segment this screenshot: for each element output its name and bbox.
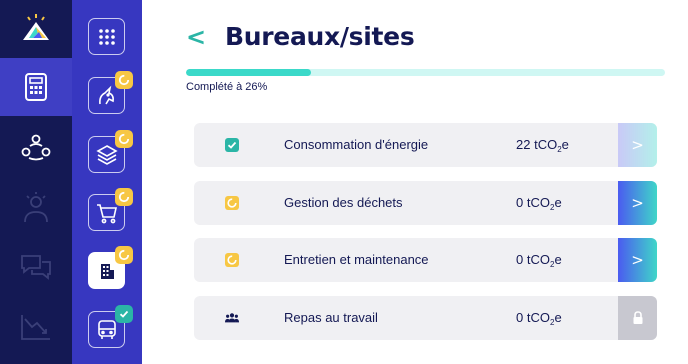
open-button[interactable]: > — [618, 238, 657, 282]
category-sidebar — [72, 0, 142, 364]
app-logo[interactable] — [0, 0, 72, 58]
pending-badge — [115, 130, 133, 148]
progress-circle-icon — [118, 191, 130, 203]
rail-chat[interactable] — [0, 238, 72, 296]
community-icon — [21, 134, 51, 161]
row-emission-value: 0 tCO2e — [516, 310, 562, 327]
open-button[interactable]: > — [618, 123, 657, 167]
back-button[interactable]: < — [186, 24, 206, 50]
chat-icon — [21, 255, 51, 280]
primary-rail — [0, 0, 72, 364]
tile-unicorn[interactable] — [88, 71, 133, 114]
row-label: Gestion des déchets — [284, 195, 403, 210]
check-icon — [119, 310, 129, 318]
lightbulb-person-icon — [24, 192, 48, 223]
progress-circle-icon — [118, 74, 130, 86]
layers-icon — [95, 144, 118, 165]
pending-badge — [115, 246, 133, 264]
logo-icon — [23, 14, 49, 40]
row-emission-value: 0 tCO2e — [516, 195, 562, 212]
rail-ideas[interactable] — [0, 178, 72, 236]
status-pending-icon — [225, 253, 239, 267]
status-pending-icon — [225, 196, 239, 210]
open-button[interactable]: > — [618, 181, 657, 225]
rail-calculator[interactable] — [0, 58, 72, 116]
row-label: Consommation d'énergie — [284, 137, 429, 152]
progress-circle-icon — [118, 249, 130, 261]
unicorn-icon — [98, 85, 114, 104]
grid-dots-icon — [98, 28, 115, 45]
trend-down-icon — [21, 315, 50, 340]
row-emission-value: 22 tCO2e — [516, 137, 569, 154]
calculator-icon — [25, 73, 47, 101]
page-title: Bureaux/sites — [225, 22, 415, 51]
rail-trends[interactable] — [0, 298, 72, 356]
progress-label: Complété à 26% — [186, 81, 268, 93]
progress-fill — [186, 69, 311, 76]
pending-badge — [115, 188, 133, 206]
lock-icon — [633, 311, 642, 324]
row-label: Entretien et maintenance — [284, 252, 429, 267]
status-done-icon — [225, 138, 239, 152]
tile-cart[interactable] — [88, 188, 133, 231]
tile-bus[interactable] — [88, 305, 133, 348]
rail-community[interactable] — [0, 118, 72, 176]
list-item[interactable]: Consommation d'énergie 22 tCO2e > — [194, 123, 657, 167]
list-item[interactable]: Gestion des déchets 0 tCO2e > — [194, 181, 657, 225]
locked-button[interactable] — [618, 296, 657, 340]
app-root: < Bureaux/sites Complété à 26% Consommat… — [0, 0, 688, 364]
row-label: Repas au travail — [284, 310, 378, 325]
tile-overview[interactable] — [88, 18, 125, 55]
shopping-cart-icon — [96, 203, 117, 223]
done-badge — [115, 305, 133, 323]
group-icon — [225, 311, 239, 325]
row-emission-value: 0 tCO2e — [516, 252, 562, 269]
tile-layers[interactable] — [88, 130, 133, 173]
tile-building[interactable] — [88, 246, 133, 289]
list-item[interactable]: Entretien et maintenance 0 tCO2e > — [194, 238, 657, 282]
list-item[interactable]: Repas au travail 0 tCO2e — [194, 296, 657, 340]
progress-circle-icon — [118, 133, 130, 145]
building-icon — [100, 263, 114, 279]
bus-icon — [97, 319, 116, 339]
progress-bar — [186, 69, 665, 76]
pending-badge — [115, 71, 133, 89]
